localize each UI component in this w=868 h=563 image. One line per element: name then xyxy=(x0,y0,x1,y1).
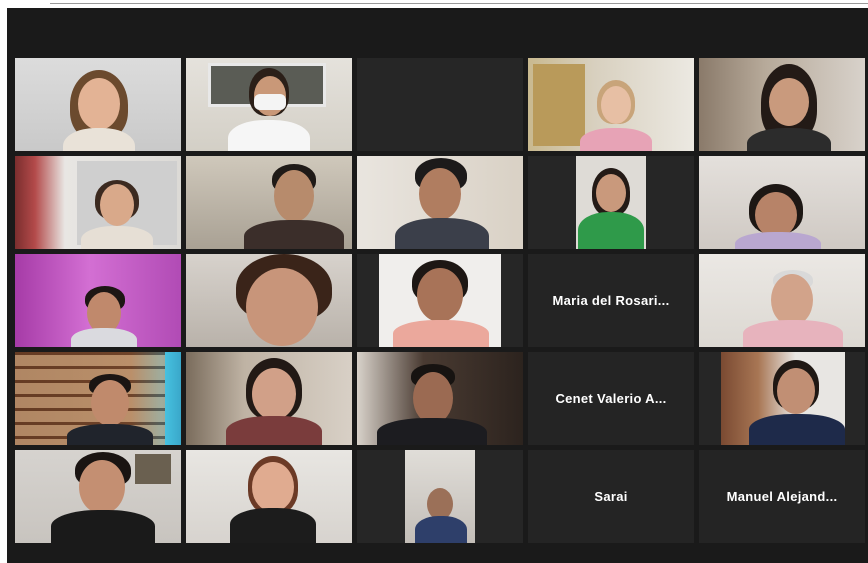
participant-video-tile[interactable] xyxy=(15,254,181,347)
shoulders xyxy=(377,418,487,445)
participant-video-tile[interactable] xyxy=(186,58,352,151)
participant-video-tile[interactable] xyxy=(528,58,694,151)
participant-video-tile[interactable] xyxy=(699,254,865,347)
face xyxy=(419,168,461,220)
shoulders xyxy=(580,128,652,151)
participant-name: Cenet Valerio A... xyxy=(555,391,667,406)
video-meeting-gallery-view: Maria del Rosari... Cenet Valerio A... S… xyxy=(7,8,868,563)
face xyxy=(100,184,134,226)
participant-video-tile[interactable] xyxy=(699,352,865,445)
shoulders xyxy=(743,320,843,347)
participant-name-tile[interactable]: Sarai xyxy=(528,450,694,543)
face-mask xyxy=(254,94,286,110)
participant-video-tile[interactable] xyxy=(357,156,523,249)
shoulders xyxy=(228,120,310,151)
participant-video-tile[interactable] xyxy=(528,156,694,249)
bookshelf xyxy=(533,64,585,146)
participant-name: Manuel Alejand... xyxy=(726,489,838,504)
participant-video-tile[interactable] xyxy=(186,156,352,249)
face xyxy=(417,268,463,322)
shoulders xyxy=(415,516,467,543)
participant-name-tile[interactable]: Maria del Rosari... xyxy=(528,254,694,347)
face xyxy=(771,274,813,326)
face xyxy=(246,268,318,346)
shoulders xyxy=(230,508,316,543)
participant-name: Maria del Rosari... xyxy=(552,293,670,308)
face xyxy=(596,174,626,212)
face xyxy=(252,462,294,512)
shoulders xyxy=(395,218,489,249)
active-speaker-video-tile[interactable] xyxy=(186,450,352,543)
shoulders xyxy=(747,128,831,151)
participant-video-tile[interactable] xyxy=(15,352,181,445)
face xyxy=(601,86,631,124)
participant-video-tile[interactable] xyxy=(15,450,181,543)
participant-name-tile[interactable]: Manuel Alejand... xyxy=(699,450,865,543)
shoulders xyxy=(735,232,821,249)
participant-video-tile[interactable] xyxy=(699,58,865,151)
shoulders xyxy=(81,226,153,249)
shoulders xyxy=(71,328,137,347)
shoulders xyxy=(244,220,344,249)
face xyxy=(91,380,129,426)
participant-video-tile[interactable] xyxy=(357,254,523,347)
participant-name: Sarai xyxy=(594,489,628,504)
shoulders xyxy=(51,510,155,543)
participant-video-tile[interactable] xyxy=(357,352,523,445)
participant-video-tile[interactable] xyxy=(186,352,352,445)
face xyxy=(252,368,296,420)
shoulders xyxy=(393,320,489,347)
shoulders xyxy=(67,424,153,445)
participant-video xyxy=(357,58,523,151)
participant-video-tile[interactable] xyxy=(357,450,523,543)
face xyxy=(413,372,453,424)
face xyxy=(78,78,120,130)
participant-name-tile[interactable]: Cenet Valerio A... xyxy=(528,352,694,445)
participant-video-tile[interactable] xyxy=(15,58,181,151)
participant-video-tile[interactable] xyxy=(15,156,181,249)
face xyxy=(274,170,314,222)
face xyxy=(79,460,125,514)
participant-video-tile[interactable] xyxy=(186,254,352,347)
window-top-rule xyxy=(50,3,868,4)
participant-video-tile[interactable] xyxy=(699,156,865,249)
shoulders xyxy=(749,414,845,445)
shoulders xyxy=(226,416,322,445)
participant-empty-tile[interactable] xyxy=(357,58,523,151)
face xyxy=(777,368,815,414)
wall-frame xyxy=(135,454,171,484)
shoulders xyxy=(578,212,644,249)
face xyxy=(769,78,809,126)
